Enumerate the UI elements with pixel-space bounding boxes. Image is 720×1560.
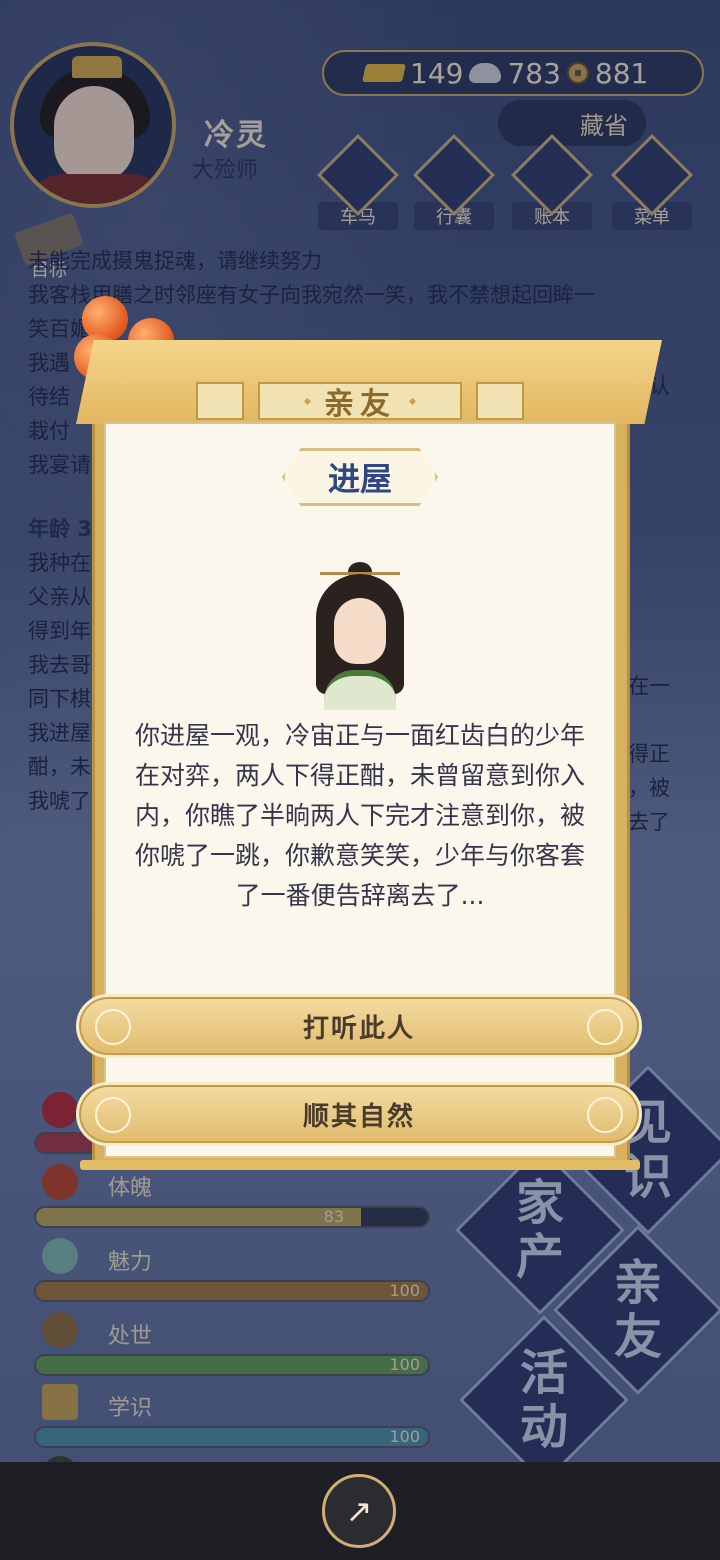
choice-let-it-be-button[interactable]: 顺其自然 [76, 1082, 642, 1146]
cloud-ornament-icon [95, 1097, 131, 1133]
plate-ornament [476, 382, 524, 420]
choice-inquire-button[interactable]: 打听此人 [76, 994, 642, 1058]
event-title: 进屋 [282, 448, 438, 506]
cloud-ornament-icon [587, 1097, 623, 1133]
cloud-ornament-icon [587, 1009, 623, 1045]
dialog-title: 亲友 [324, 387, 396, 422]
dialog-header: 亲友 [258, 382, 462, 422]
event-story-text: 你进屋一观，冷宙正与一面红齿白的少年在对弈，两人下得正酣，未曾留意到你入内，你瞧… [134, 721, 585, 910]
npc-robe [324, 670, 396, 710]
plate-ornament [196, 382, 244, 420]
diamond-ornament [408, 397, 417, 405]
dialog-bottom-rail [80, 1160, 640, 1170]
npc-portrait [310, 560, 410, 710]
cloud-ornament-icon [95, 1009, 131, 1045]
share-button[interactable]: ↗ [322, 1474, 396, 1548]
npc-face [334, 598, 386, 664]
choice-label: 顺其自然 [302, 1101, 415, 1132]
diamond-ornament [303, 397, 312, 405]
share-icon: ↗ [345, 1492, 373, 1530]
choice-label: 打听此人 [302, 1013, 415, 1044]
